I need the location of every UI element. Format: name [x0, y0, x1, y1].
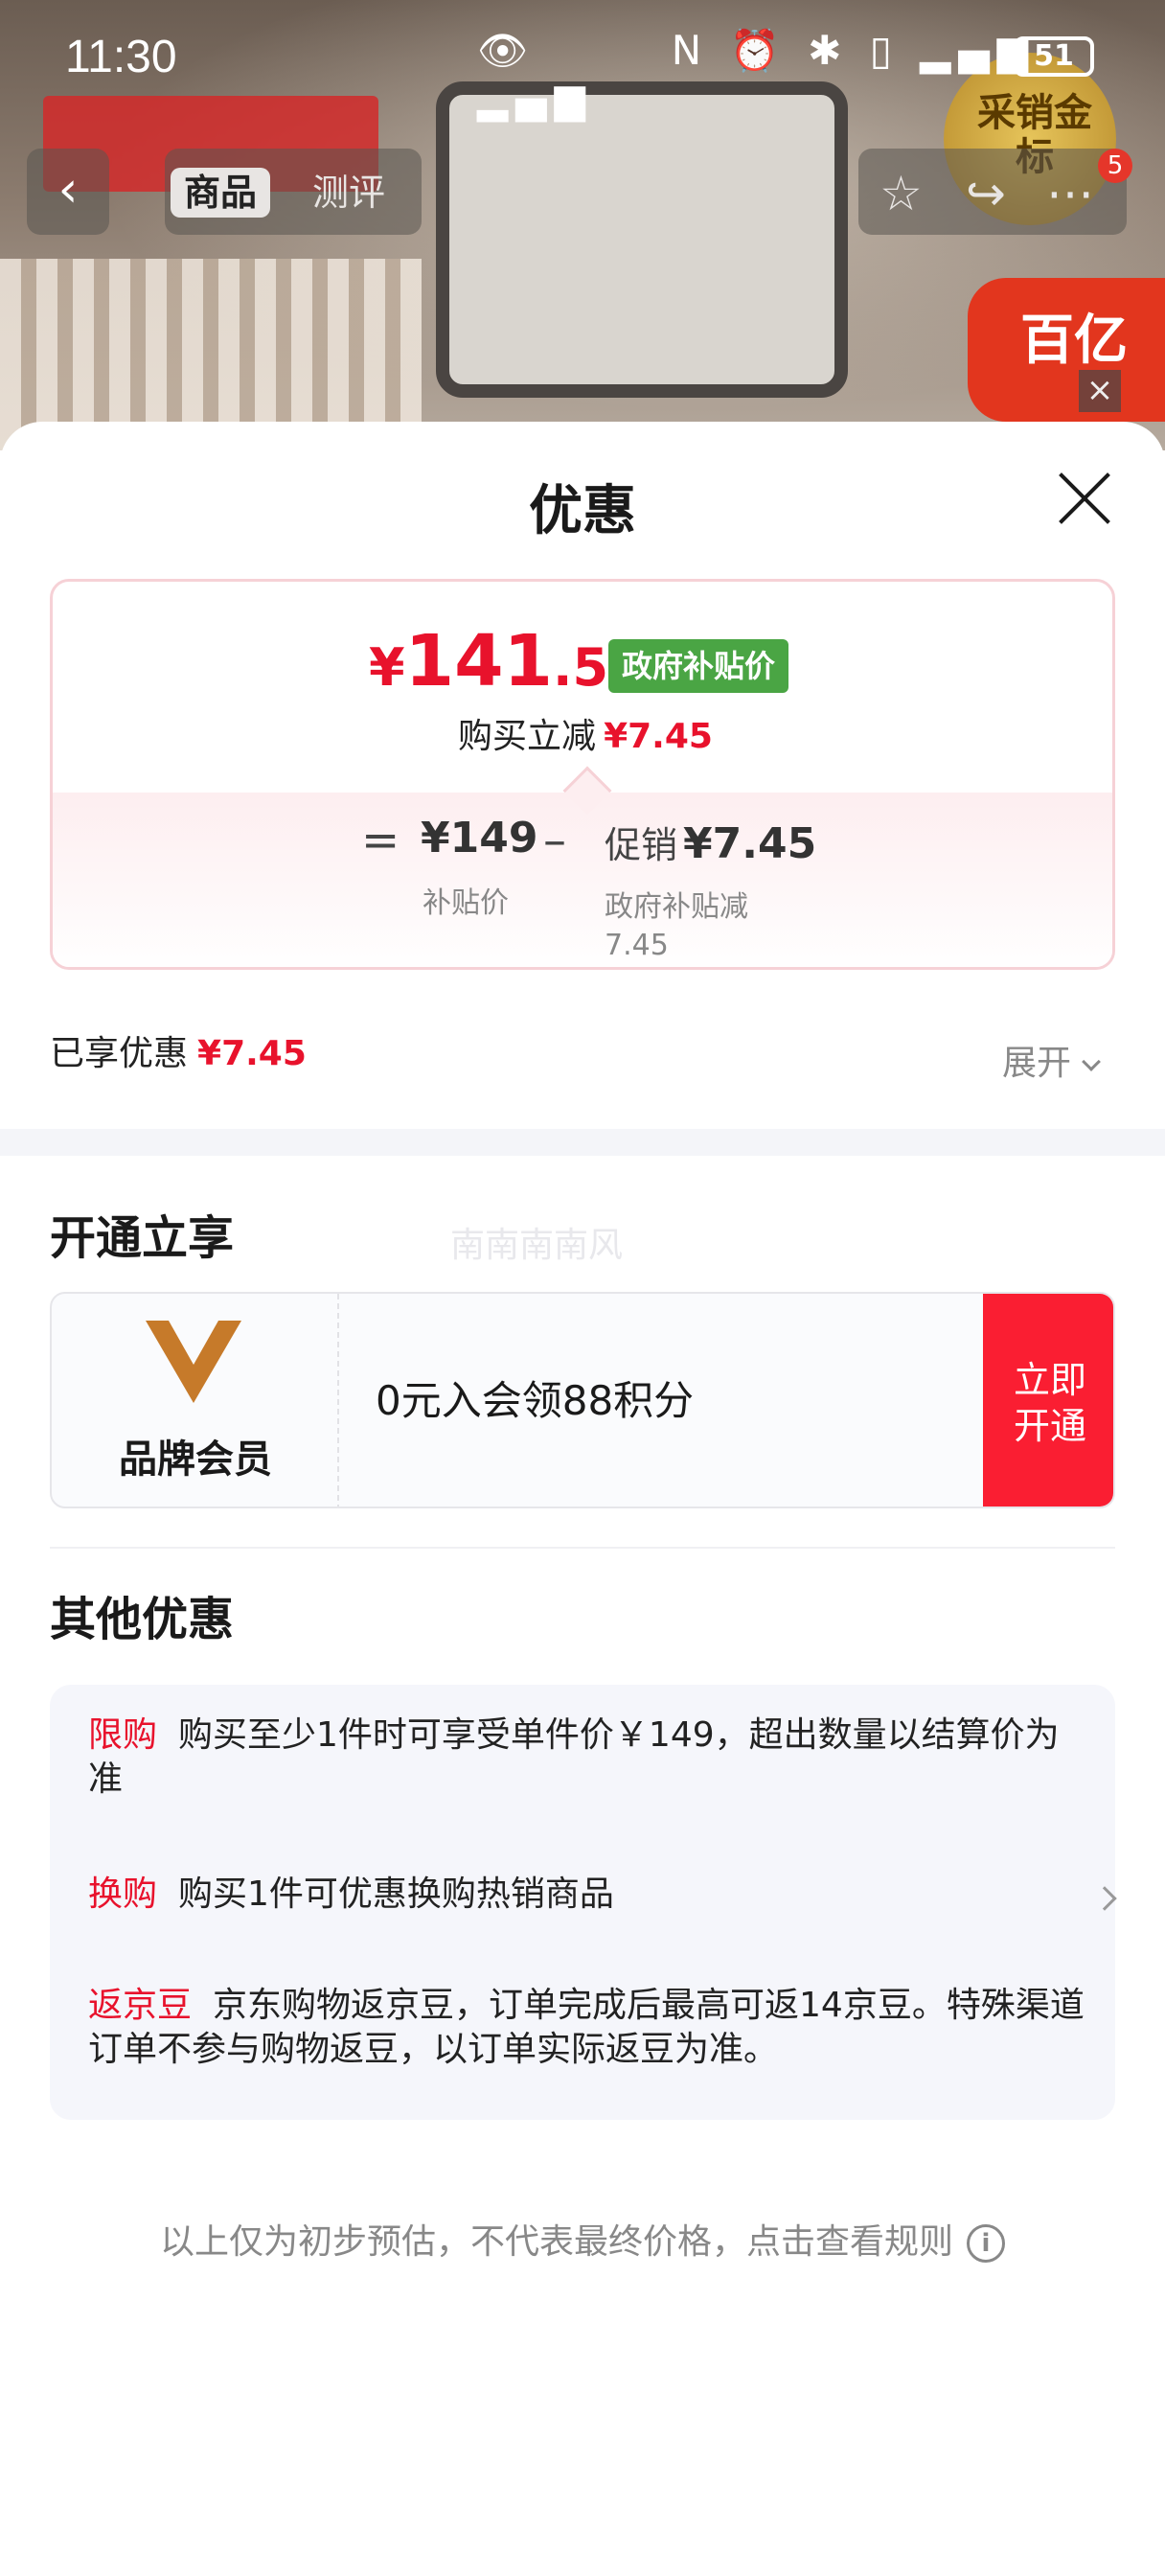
signal-2-icon: ▂▄▆	[477, 75, 593, 122]
promo-amount: ¥7.45	[683, 819, 817, 868]
discount-sheet: 优惠 ¥141.55 政府补贴价 购买立减 ¥7.45 = ¥149 补贴价 – …	[0, 422, 1165, 2576]
expand-button[interactable]: 展开	[1002, 1035, 1101, 1085]
tab-product[interactable]: 商品	[171, 168, 271, 218]
info-icon[interactable]: i	[967, 2224, 1005, 2263]
equals-sign: =	[361, 814, 400, 867]
close-ad-icon[interactable]: ×	[1079, 370, 1121, 412]
open-button-line1: 立即	[1013, 1359, 1086, 1401]
instant-reduction: 购买立减 ¥7.45	[53, 708, 1112, 758]
mirror-image	[436, 81, 848, 398]
base-price-label: 补贴价	[423, 886, 509, 920]
brand-member-card[interactable]: 品牌会员 0元入会领88积分 立即 开通	[50, 1292, 1115, 1508]
rules-footnote[interactable]: 以上仅为初步预估，不代表最终价格，点击查看规则 i	[0, 2214, 1165, 2264]
expand-label: 展开	[1002, 1044, 1072, 1083]
base-price: ¥149	[421, 814, 538, 862]
list-item-purchase-limit: 限购 购买至少1件时可享受单件价￥149，超出数量以结算价为准	[88, 1714, 1085, 1802]
section-divider	[0, 1129, 1165, 1156]
list-item-exchange[interactable]: 换购 购买1件可优惠换购热销商品	[88, 1873, 1117, 1917]
enjoyed-label: 已享优惠	[50, 1034, 189, 1073]
promo-discount: 促销 ¥7.45	[605, 816, 816, 868]
instant-reduction-label: 购买立减	[458, 717, 597, 756]
alarm-icon: ⏰	[729, 27, 788, 74]
member-name: 品牌会员	[119, 1438, 272, 1482]
battery-icon: 51	[1014, 36, 1094, 77]
item-text: 京东购物返京豆，订单完成后最高可返14京豆。特殊渠道订单不参与购物返豆，以订单实…	[88, 1986, 1085, 2069]
final-price: ¥141.55	[369, 620, 645, 702]
top-nav: ‹ 商品 测评 ☆ ↪ ⋯	[0, 149, 1165, 235]
status-time: 11:30	[65, 32, 177, 82]
v-logo-inner	[169, 1321, 218, 1365]
item-tag: 返京豆	[88, 1986, 193, 2025]
chevron-down-icon	[1082, 1052, 1101, 1071]
watermark: 南南南南风	[450, 1226, 624, 1265]
sheet-title: 优惠	[529, 480, 636, 542]
chevron-right-icon	[1092, 1886, 1117, 1911]
tab-review[interactable]: 测评	[299, 168, 399, 218]
membership-section-title: 开通立享	[50, 1211, 235, 1265]
action-group: ☆ ↪ ⋯	[858, 149, 1127, 235]
status-bar: 11:30 👁 N ⏰ ✱ ▯ ▂▄▆ ▂▄▆ 51	[0, 0, 1165, 122]
bluetooth-icon: ✱	[808, 27, 850, 74]
promo-label: 促销	[605, 824, 678, 866]
other-discounts-list: 限购 购买至少1件时可享受单件价￥149，超出数量以结算价为准 换购 购买1件可优惠…	[50, 1685, 1117, 2120]
divider-line	[50, 1547, 1115, 1549]
promo-logo: 百亿	[968, 278, 1165, 422]
other-discounts-title: 其他优惠	[50, 1593, 235, 1646]
vibrate-icon: ▯	[869, 27, 900, 74]
message-count-badge: 5	[1098, 149, 1132, 183]
instant-reduction-amount: ¥7.45	[604, 717, 713, 756]
open-button-line2: 开通	[1013, 1405, 1086, 1447]
item-tag: 换购	[88, 1874, 158, 1914]
price-integer: 141	[404, 620, 554, 702]
footnote-text: 以上仅为初步预估，不代表最终价格，点击查看规则	[159, 2222, 953, 2262]
close-icon[interactable]	[1054, 468, 1115, 529]
promo-detail: 政府补贴减 7.45	[605, 890, 748, 962]
item-tag: 限购	[88, 1715, 158, 1755]
tab-group: 商品 测评	[165, 149, 422, 235]
price-breakdown-bg	[53, 793, 1112, 967]
star-icon[interactable]: ☆	[879, 166, 923, 221]
promo-logo-text: 百亿	[1020, 310, 1128, 372]
share-icon[interactable]: ↪	[966, 166, 1006, 221]
enjoyed-amount: ¥7.45	[197, 1034, 307, 1073]
open-membership-button[interactable]: 立即 开通	[983, 1294, 1113, 1506]
enjoyed-discount: 已享优惠 ¥7.45	[50, 1025, 307, 1075]
gov-subsidy-badge: 政府补贴价	[608, 639, 789, 693]
price-currency: ¥	[369, 637, 405, 698]
price-card: ¥141.55 政府补贴价 购买立减 ¥7.45 = ¥149 补贴价 – 促销 ¥…	[50, 579, 1115, 970]
eye-icon: 👁	[477, 27, 537, 74]
list-item-jingdou: 返京豆 京东购物返京豆，订单完成后最高可返14京豆。特殊渠道订单不参与购物返豆，以…	[88, 1984, 1085, 2072]
member-offer: 0元入会领88积分	[376, 1377, 695, 1424]
nfc-icon: N	[671, 27, 710, 74]
item-text: 购买1件可优惠换购热销商品	[178, 1874, 614, 1914]
more-icon[interactable]: ⋯	[1046, 166, 1094, 221]
member-logo-area: 品牌会员	[52, 1294, 339, 1506]
item-text: 购买至少1件时可享受单件价￥149，超出数量以结算价为准	[88, 1715, 1060, 1799]
back-button[interactable]: ‹	[27, 149, 109, 235]
minus-sign: –	[543, 814, 566, 867]
chevron-left-icon: ‹	[57, 161, 79, 218]
